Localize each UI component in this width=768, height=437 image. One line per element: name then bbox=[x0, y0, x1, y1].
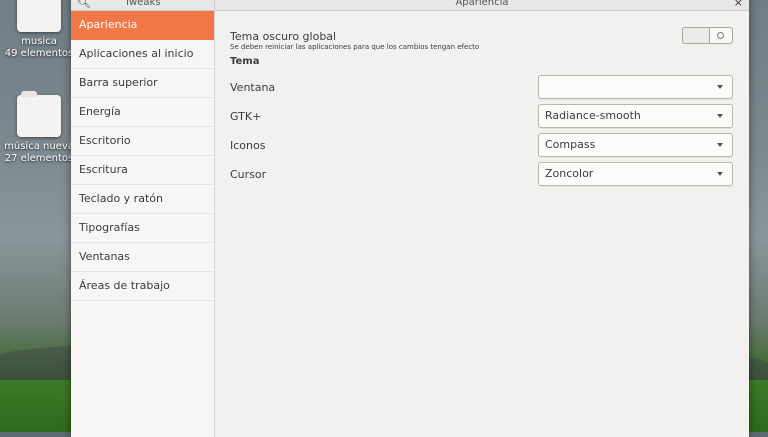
page-title: Apariencia bbox=[455, 0, 509, 8]
cursor-theme-label: Cursor bbox=[230, 168, 267, 181]
dark-theme-switch[interactable] bbox=[682, 27, 733, 44]
tweaks-window: 🔍︎ Tweaks Apariencia × Apariencia Aplica… bbox=[71, 0, 749, 437]
window-theme-dropdown[interactable] bbox=[538, 75, 733, 99]
close-icon[interactable]: × bbox=[734, 0, 743, 9]
sidebar-item-apariencia[interactable]: Apariencia bbox=[71, 11, 214, 40]
sidebar-item-teclado-y-raton[interactable]: Teclado y ratón bbox=[71, 185, 214, 214]
app-title: Tweaks bbox=[124, 0, 161, 8]
sidebar-item-tipografias[interactable]: Tipografías bbox=[71, 214, 214, 243]
title-bar-left: 🔍︎ Tweaks bbox=[71, 0, 215, 10]
desktop-icon-count: 27 elementos bbox=[4, 153, 74, 164]
sidebar-item-ventanas[interactable]: Ventanas bbox=[71, 243, 214, 272]
desktop-icon-musica-nueva[interactable]: música nueva 27 elementos bbox=[3, 91, 75, 165]
window-theme-label: Ventana bbox=[230, 81, 276, 94]
sidebar-item-escritorio[interactable]: Escritorio bbox=[71, 127, 214, 156]
gtk-theme-label: GTK+ bbox=[230, 110, 262, 123]
dropdown-value: Compass bbox=[545, 138, 596, 151]
dropdown-value: Zoncolor bbox=[545, 167, 594, 180]
chevron-down-icon bbox=[717, 172, 723, 176]
dark-theme-hint: Se deben reiniciar las aplicaciones para… bbox=[230, 43, 480, 51]
switch-knob bbox=[709, 28, 732, 43]
chevron-down-icon bbox=[717, 85, 723, 89]
cursor-theme-dropdown[interactable]: Zoncolor bbox=[538, 162, 733, 186]
dark-theme-label: Tema oscuro global bbox=[230, 30, 337, 43]
title-bar: 🔍︎ Tweaks Apariencia × bbox=[71, 0, 749, 11]
folder-icon bbox=[17, 91, 61, 137]
sidebar-item-energia[interactable]: Energía bbox=[71, 98, 214, 127]
desktop-icon-count: 49 elementos bbox=[4, 48, 74, 59]
sidebar-item-escritura[interactable]: Escritura bbox=[71, 156, 214, 185]
theme-heading: Tema bbox=[230, 56, 260, 67]
appearance-panel: Tema oscuro global Se deben reiniciar la… bbox=[215, 11, 749, 437]
sidebar-item-areas-de-trabajo[interactable]: Áreas de trabajo bbox=[71, 272, 214, 301]
folder-icon bbox=[17, 0, 61, 32]
desktop-icon-label: musica bbox=[21, 36, 57, 47]
dropdown-value: Radiance-smooth bbox=[545, 109, 641, 122]
icons-theme-label: Iconos bbox=[230, 139, 266, 152]
icons-theme-dropdown[interactable]: Compass bbox=[538, 133, 733, 157]
desktop-icon-label: música nueva bbox=[4, 141, 74, 152]
desktop-icon-musica[interactable]: musica 49 elementos bbox=[3, 0, 75, 60]
chevron-down-icon bbox=[717, 143, 723, 147]
chevron-down-icon bbox=[717, 114, 723, 118]
sidebar-item-barra-superior[interactable]: Barra superior bbox=[71, 69, 214, 98]
sidebar-item-aplicaciones-al-inicio[interactable]: Aplicaciones al inicio bbox=[71, 40, 214, 69]
gtk-theme-dropdown[interactable]: Radiance-smooth bbox=[538, 104, 733, 128]
sidebar: Apariencia Aplicaciones al inicio Barra … bbox=[71, 11, 215, 437]
